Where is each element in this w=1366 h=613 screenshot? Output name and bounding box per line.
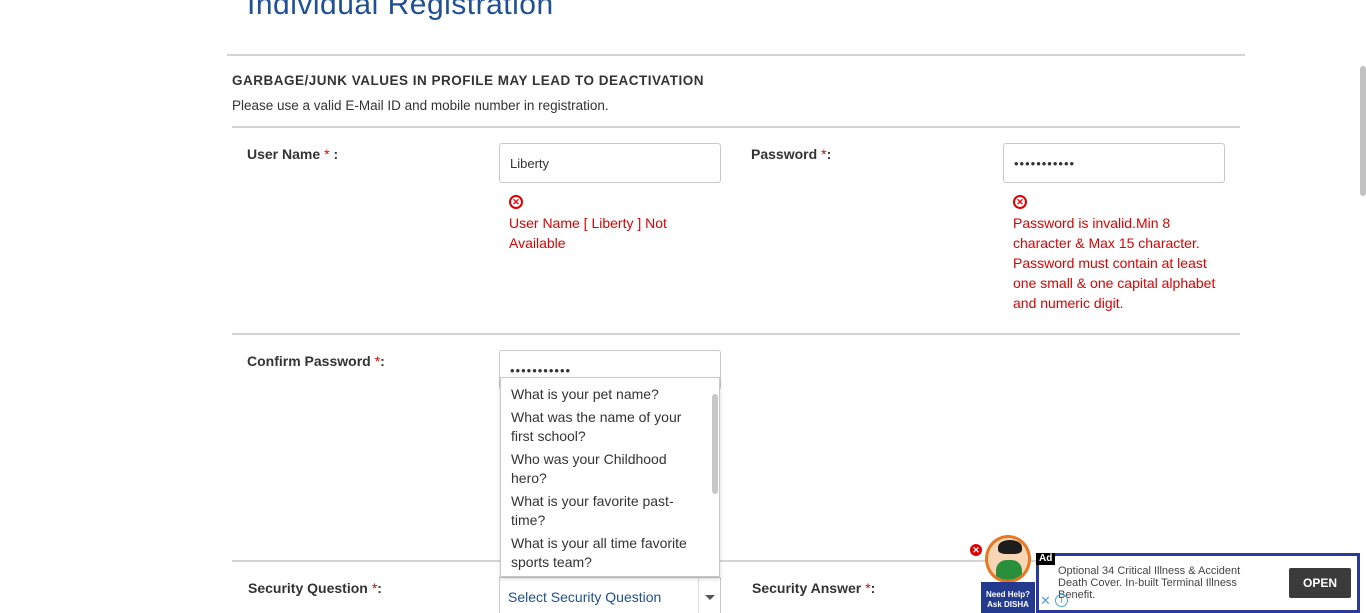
label-colon: : xyxy=(329,146,339,162)
confirm-password-label-text: Confirm Password xyxy=(247,353,371,369)
divider xyxy=(232,126,1240,128)
error-icon: ✕ xyxy=(509,195,523,209)
security-answer-label-text: Security Answer xyxy=(752,580,862,596)
username-error: User Name [ Liberty ] Not Available xyxy=(509,215,667,251)
warning-title: GARBAGE/JUNK VALUES IN PROFILE MAY LEAD … xyxy=(232,73,705,88)
username-value: Liberty xyxy=(510,155,550,171)
page-title: Individual Registration xyxy=(247,0,554,21)
confirm-password-label: Confirm Password *: xyxy=(247,353,385,369)
disha-line1: Need Help? xyxy=(985,590,1030,599)
security-question-select[interactable]: Select Security Question xyxy=(499,577,721,613)
dropdown-option[interactable]: What is your all time favorite sports te… xyxy=(501,532,719,574)
password-input[interactable]: ••••••••••• xyxy=(1003,143,1225,183)
disha-line2: Ask DISHA xyxy=(987,600,1029,609)
label-colon: : xyxy=(870,580,876,596)
password-error: Password is invalid.Min 8 character & Ma… xyxy=(1013,215,1216,311)
security-question-label: Security Question *: xyxy=(248,580,382,596)
chevron-down-icon[interactable] xyxy=(698,578,720,613)
page-scrollbar[interactable] xyxy=(1360,66,1366,196)
ad-open-button[interactable]: OPEN xyxy=(1289,568,1351,598)
dropdown-option[interactable]: What was the name of your first school? xyxy=(501,406,719,448)
dropdown-option[interactable]: Who was your Childhood hero? xyxy=(501,448,719,490)
dropdown-option[interactable]: What is your pet name? xyxy=(501,378,719,406)
username-label-text: User Name xyxy=(247,146,321,162)
username-input[interactable]: Liberty xyxy=(499,143,721,183)
password-value: ••••••••••• xyxy=(1014,155,1076,171)
label-colon: : xyxy=(377,580,382,596)
security-question-label-text: Security Question xyxy=(248,580,368,596)
ad-close-icon[interactable]: ✕ xyxy=(1040,594,1053,607)
password-label-text: Password xyxy=(751,146,818,162)
label-colon: : xyxy=(826,146,832,162)
disha-label: Need Help? Ask DISHA xyxy=(981,582,1035,613)
security-question-dropdown: What is your pet name? What was the name… xyxy=(500,377,720,577)
divider xyxy=(227,54,1245,56)
password-label: Password *: xyxy=(751,146,831,162)
dropdown-scrollbar[interactable] xyxy=(712,394,718,494)
username-label: User Name * : xyxy=(247,146,338,162)
ad-text[interactable]: Optional 34 Critical Illness & Accident … xyxy=(1058,565,1268,601)
ad-tag: Ad xyxy=(1036,553,1056,565)
divider xyxy=(232,333,1240,335)
disha-help-widget[interactable]: Need Help? Ask DISHA xyxy=(981,535,1035,613)
error-icon: ✕ xyxy=(1013,195,1027,209)
security-answer-label: Security Answer *: xyxy=(752,580,875,596)
confirm-password-value: ••••••••••• xyxy=(510,362,572,378)
security-question-selected: Select Security Question xyxy=(508,589,662,605)
dropdown-option[interactable]: What is your favorite past-time? xyxy=(501,490,719,532)
warning-subtitle: Please use a valid E-Mail ID and mobile … xyxy=(232,98,609,113)
ad-info-icon[interactable]: i xyxy=(1055,594,1068,607)
disha-avatar xyxy=(985,535,1031,583)
label-colon: : xyxy=(380,353,385,369)
